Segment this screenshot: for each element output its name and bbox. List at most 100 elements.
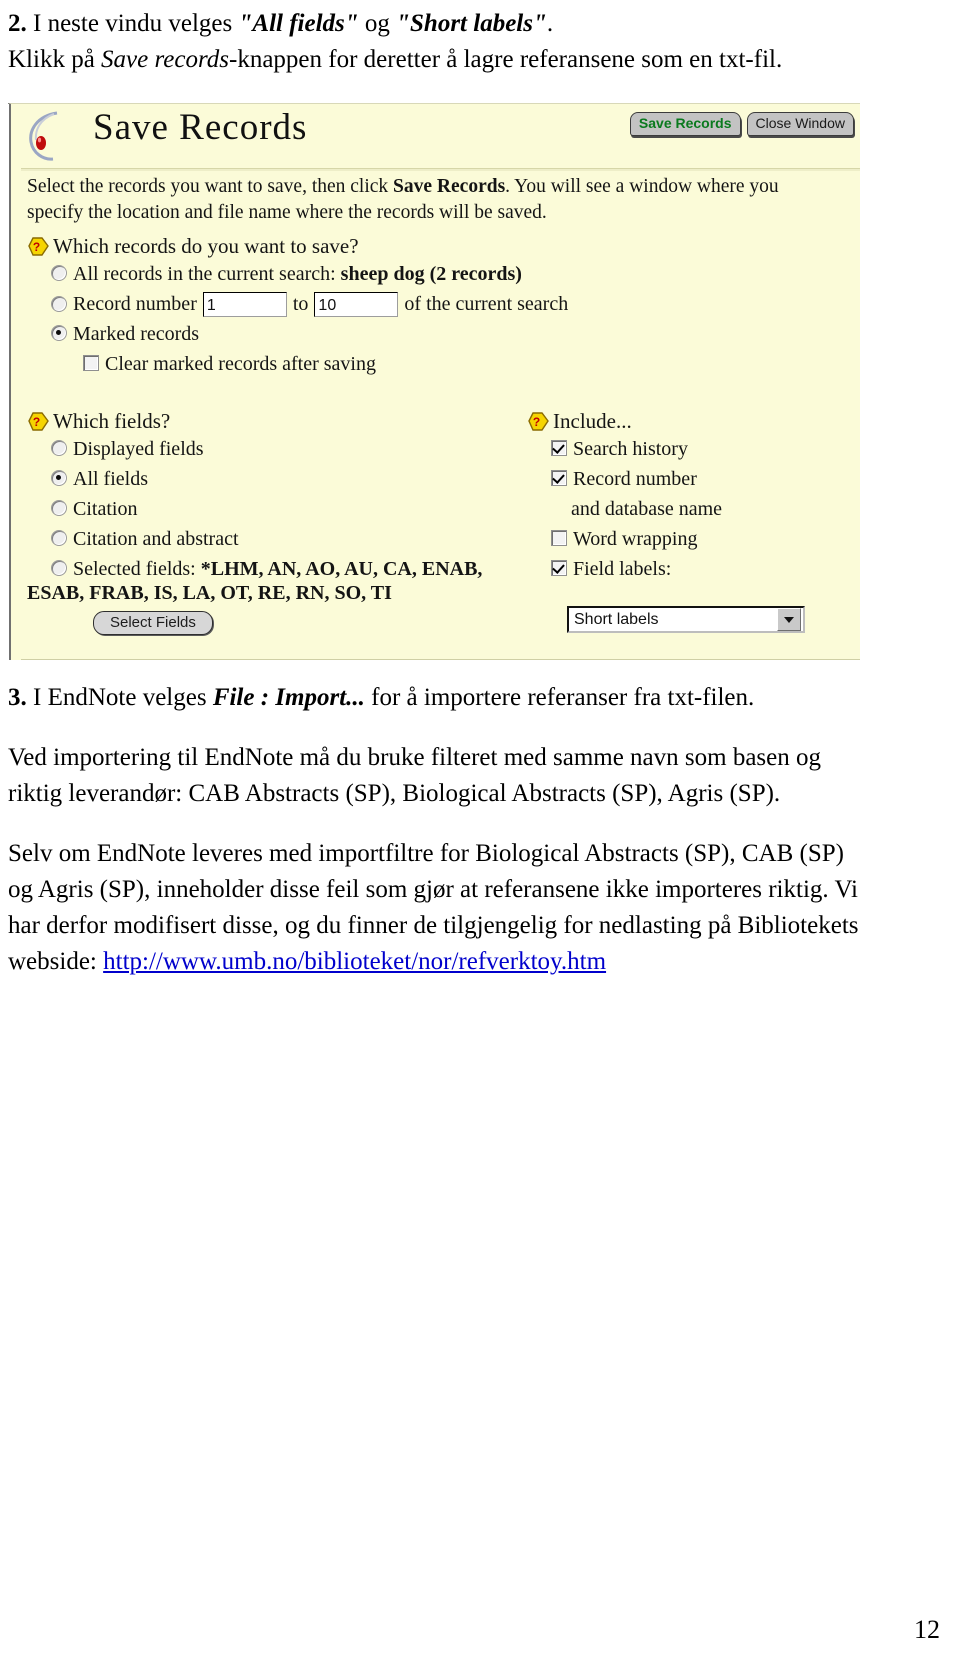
intro-line2-part-a: Klikk på [8, 46, 102, 73]
radio-displayed-fields-row[interactable]: Displayed fields [51, 434, 527, 464]
checkbox-word-wrapping-label: Word wrapping [573, 528, 698, 550]
radio-all-fields[interactable] [51, 470, 67, 486]
radio-all-records-row[interactable]: All records in the current search: sheep… [51, 259, 727, 289]
intro-line2-part-c: -knappen for deretter å lagre referansen… [229, 46, 783, 73]
webside-prefix: webside: [8, 948, 104, 975]
which-records-title: Which records do you want to save? [53, 234, 359, 258]
checkbox-word-wrapping-row[interactable]: Word wrapping [551, 524, 857, 554]
radio-all-records[interactable] [51, 265, 67, 281]
include-section: ? Include... Search history Record numbe… [527, 409, 857, 633]
radio-displayed-fields[interactable] [51, 440, 67, 456]
which-fields-heading: ? Which fields? [27, 409, 527, 434]
panel-bottom-edge [21, 641, 860, 660]
save-records-button[interactable]: Save Records [629, 112, 741, 136]
page-number: 12 [914, 1615, 940, 1644]
instructions-bold-save-records: Save Records [393, 176, 506, 197]
record-number-from-input[interactable]: 1 [202, 291, 287, 317]
checkbox-record-number[interactable] [551, 470, 567, 486]
paragraph2-line4: webside: http://www.umb.no/biblioteket/n… [8, 948, 606, 975]
radio-record-number-row[interactable]: Record number 1 to 10 of the current sea… [51, 289, 727, 319]
field-labels-dropdown-value: Short labels [574, 610, 659, 628]
intro-short-labels-emphasis: "Short labels" [396, 10, 547, 37]
current-search-summary: sheep dog (2 records) [340, 263, 522, 285]
record-number-to-input[interactable]: 10 [314, 291, 399, 317]
intro-line-1: 2. I neste vindu velges "All fields" og … [8, 6, 888, 42]
which-fields-section: ? Which fields? Displayed fields All fie… [27, 409, 527, 635]
paragraph-filters: Ved importering til EndNote må du bruke … [8, 740, 908, 812]
checkbox-record-number-row[interactable]: Record number [551, 464, 857, 494]
checkbox-search-history[interactable] [551, 440, 567, 456]
intro-line1-part-c: og [358, 10, 397, 37]
checkbox-word-wrapping[interactable] [551, 530, 567, 546]
which-records-section: ? Which records do you want to save? All… [27, 234, 727, 379]
help-question-icon[interactable]: ? [27, 236, 50, 257]
paragraph-modified-filters: Selv om EndNote leveres med importfiltre… [8, 836, 908, 980]
intro-save-records-emphasis: Save records [101, 46, 230, 73]
radio-citation[interactable] [51, 500, 67, 516]
radio-citation-abstract-row[interactable]: Citation and abstract [51, 524, 527, 554]
step-number-3: 3. [8, 684, 27, 711]
radio-marked-records-row[interactable]: Marked records [51, 319, 727, 349]
step3-part-a: I EndNote velges [33, 684, 213, 711]
checkbox-field-labels-label: Field labels: [573, 558, 672, 580]
radio-citation-label: Citation [73, 498, 138, 520]
refverktoy-link[interactable]: http://www.umb.no/biblioteket/nor/refver… [103, 948, 606, 975]
checkbox-search-history-label: Search history [573, 438, 688, 460]
step-3-paragraph: 3. I EndNote velges File : Import... for… [8, 680, 908, 716]
checkbox-clear-marked-records[interactable] [83, 355, 99, 371]
checkbox-search-history-row[interactable]: Search history [551, 434, 857, 464]
paragraph2-line3: har derfor modifisert disse, og du finne… [8, 912, 859, 939]
svg-text:?: ? [33, 415, 40, 429]
step3-part-c: for å importere referanser fra txt-filen… [364, 684, 755, 711]
body-text: 3. I EndNote velges File : Import... for… [8, 680, 908, 1004]
intro-line1-part-a: I neste vindu velges [33, 10, 239, 37]
record-number-to-label: to [292, 293, 309, 315]
ovid-logo-icon [27, 110, 71, 162]
app-header: Save Records Save Records Close Window [21, 104, 860, 166]
step3-file-import-emphasis: File : Import... [212, 684, 365, 711]
selected-fields-list-line2: ESAB, FRAB, IS, LA, OT, RE, RN, SO, TI [27, 582, 392, 604]
which-fields-title: Which fields? [53, 409, 171, 433]
field-labels-dropdown[interactable]: Short labels [567, 606, 805, 633]
radio-record-number[interactable] [51, 296, 67, 312]
step-number-2: 2. [8, 10, 27, 37]
include-heading: ? Include... [527, 409, 857, 434]
close-window-button[interactable]: Close Window [746, 112, 854, 136]
select-fields-button[interactable]: Select Fields [93, 611, 213, 635]
radio-citation-row[interactable]: Citation [51, 494, 527, 524]
radio-displayed-fields-label: Displayed fields [73, 438, 204, 460]
checkbox-clear-marked-row[interactable]: Clear marked records after saving [83, 349, 727, 379]
radio-selected-fields-row[interactable]: Selected fields: *LHM, AN, AO, AU, CA, E… [51, 554, 527, 584]
paragraph2-line2: og Agris (SP), inneholder disse feil som… [8, 876, 858, 903]
step-3-line: 3. I EndNote velges File : Import... for… [8, 684, 754, 711]
selected-fields-list-line1: *LHM, AN, AO, AU, CA, ENAB, [200, 558, 483, 580]
paragraph1-line2: riktig leverandør: CAB Abstracts (SP), B… [8, 780, 781, 807]
svg-text:?: ? [33, 240, 40, 254]
radio-citation-and-abstract[interactable] [51, 530, 67, 546]
header-divider [21, 168, 860, 171]
radio-all-fields-row[interactable]: All fields [51, 464, 527, 494]
help-question-icon[interactable]: ? [27, 411, 50, 432]
checkbox-field-labels-row[interactable]: Field labels: [551, 554, 857, 584]
which-records-heading: ? Which records do you want to save? [27, 234, 727, 259]
help-question-icon[interactable]: ? [527, 411, 550, 432]
intro-line1-part-e: . [546, 10, 554, 37]
save-records-screenshot: Save Records Save Records Close Window S… [8, 103, 860, 660]
record-number-suffix-label: of the current search [404, 293, 569, 315]
radio-selected-fields[interactable] [51, 560, 67, 576]
checkbox-record-number-label: Record number [573, 468, 697, 490]
radio-marked-records[interactable] [51, 325, 67, 341]
intro-instructions: 2. I neste vindu velges "All fields" og … [8, 6, 888, 78]
checkbox-clear-marked-label: Clear marked records after saving [105, 353, 376, 375]
chevron-down-icon[interactable] [777, 608, 801, 631]
radio-selected-fields-label: Selected fields: *LHM, AN, AO, AU, CA, E… [73, 558, 483, 580]
checkbox-field-labels[interactable] [551, 560, 567, 576]
radio-all-records-label: All records in the current search: sheep… [73, 263, 522, 285]
record-number-label: Record number [73, 293, 197, 315]
radio-marked-records-label: Marked records [73, 323, 200, 345]
include-title: Include... [553, 409, 632, 433]
intro-line-2: Klikk på Save records-knappen for derett… [8, 42, 888, 78]
radio-citation-abstract-label: Citation and abstract [73, 528, 239, 550]
record-number-sublabel: and database name [571, 498, 723, 520]
intro-all-fields-emphasis: "All fields" [238, 10, 359, 37]
